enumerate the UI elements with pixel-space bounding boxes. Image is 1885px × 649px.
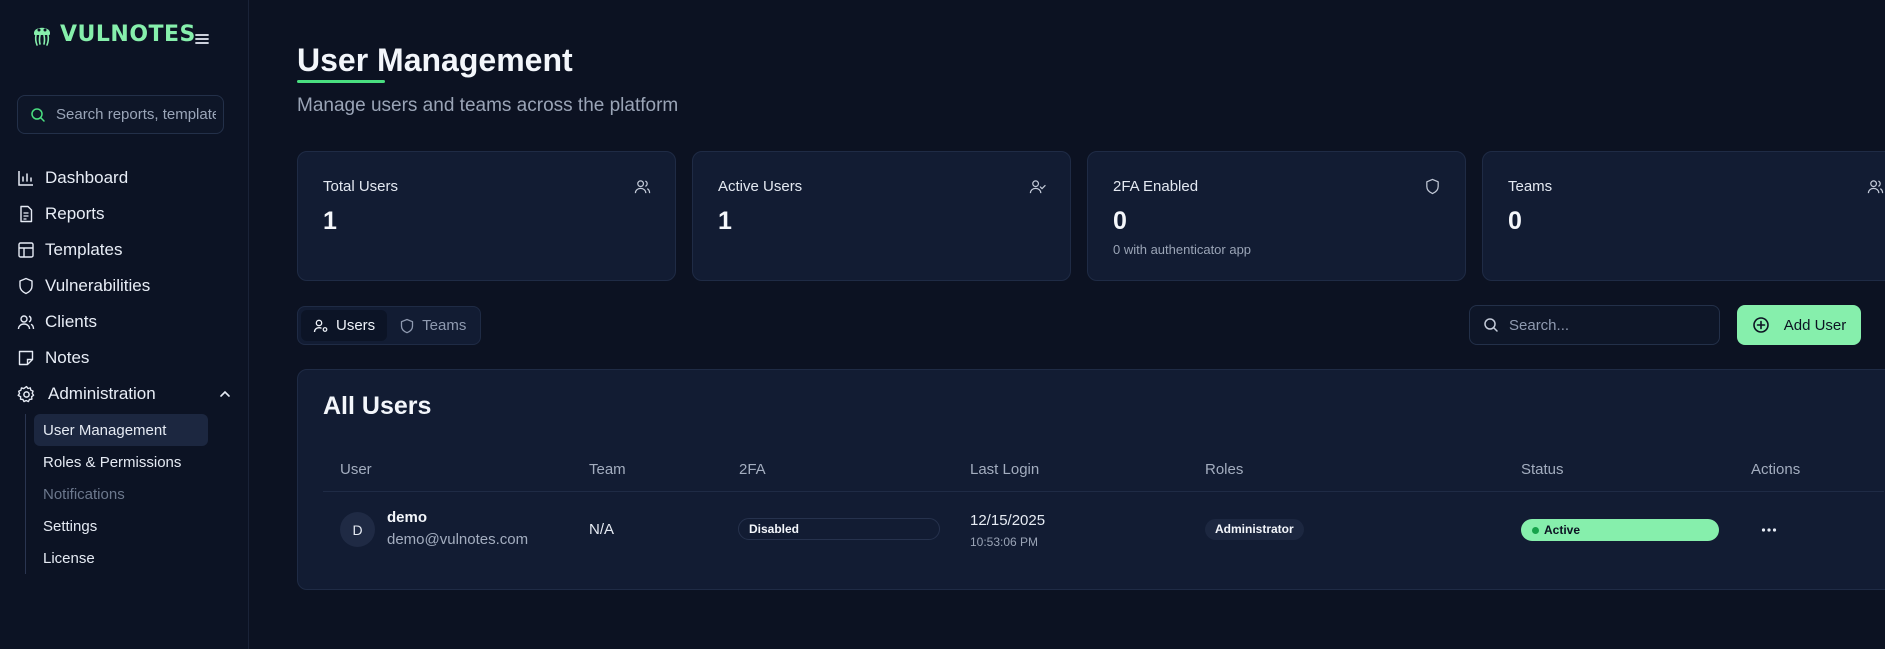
sidebar-subitem-notifications[interactable]: Notifications — [34, 478, 208, 510]
tab-teams[interactable]: Teams — [387, 310, 478, 341]
file-text-icon — [20, 205, 33, 223]
page-title: User Management — [297, 42, 573, 78]
sidebar-item-label: Templates — [45, 240, 123, 259]
sidebar-subitem-settings[interactable]: Settings — [34, 510, 208, 542]
brand[interactable]: VULNOTES — [28, 20, 196, 48]
layout-template-icon — [18, 242, 34, 258]
table-header: User Team 2FA Last Login Roles Status Ac… — [323, 450, 1884, 492]
add-user-label: Add User — [1783, 316, 1847, 334]
sidebar-item-label: Vulnerabilities — [45, 276, 151, 295]
bar-chart-icon — [18, 171, 33, 186]
main-content: User Management Manage users and teams a… — [249, 0, 1885, 649]
card-title: All Users — [323, 392, 432, 420]
twofa-badge: Disabled — [738, 518, 940, 540]
users-icon — [1867, 180, 1884, 194]
jellyfish-logo-icon — [34, 27, 50, 46]
sidebar-item-notes[interactable]: Notes — [17, 340, 232, 376]
stat-value: 0 — [1113, 207, 1127, 235]
sidebar-item-clients[interactable]: Clients — [17, 304, 232, 340]
users-icon — [17, 315, 35, 330]
table-row[interactable]: D demo demo@vulnotes.com N/A Disabled 12… — [323, 492, 1884, 566]
column-header-team[interactable]: Team — [589, 461, 626, 478]
stat-label: Teams — [1508, 178, 1553, 195]
stat-value: 1 — [718, 207, 732, 235]
shield-icon — [1426, 178, 1439, 195]
stat-card-active-users: Active Users 1 — [692, 151, 1071, 281]
shield-icon — [19, 277, 33, 295]
plus-circle-icon — [1752, 317, 1769, 333]
all-users-card: All Users User Team 2FA Last Login Roles… — [297, 369, 1885, 590]
add-user-button[interactable]: Add User — [1737, 305, 1861, 345]
stat-label: Total Users — [323, 178, 399, 195]
hamburger-menu-icon[interactable] — [193, 30, 211, 48]
avatar: D — [340, 512, 375, 547]
status-label: Active — [1544, 523, 1581, 537]
sidebar-item-dashboard[interactable]: Dashboard — [17, 160, 232, 196]
search-icon — [31, 107, 45, 122]
column-header-user[interactable]: User — [340, 461, 372, 478]
user-team: N/A — [589, 521, 615, 538]
sidebar-subitem-roles-permissions[interactable]: Roles & Permissions — [34, 446, 208, 478]
stat-label: Active Users — [718, 178, 803, 195]
sidebar-item-administration[interactable]: Administration — [17, 376, 232, 412]
column-header-actions: Actions — [1751, 461, 1801, 478]
stat-card-teams: Teams 0 — [1482, 151, 1885, 281]
page-subtitle: Manage users and teams across the platfo… — [297, 95, 679, 116]
user-email: demo@vulnotes.com — [387, 531, 529, 548]
sidebar-item-label: Notes — [45, 348, 90, 367]
sidebar-search[interactable] — [17, 95, 224, 134]
role-badge: Administrator — [1205, 519, 1304, 540]
sidebar-item-reports[interactable]: Reports — [17, 196, 232, 232]
user-cog-icon — [313, 319, 328, 332]
column-header-last-login[interactable]: Last Login — [970, 461, 1039, 478]
sidebar-item-label: Dashboard — [45, 168, 129, 187]
column-header-roles[interactable]: Roles — [1205, 461, 1243, 478]
gear-icon — [17, 385, 35, 402]
sidebar-search-input[interactable] — [56, 106, 216, 123]
stat-card-total-users: Total Users 1 — [297, 151, 676, 281]
users-icon — [634, 180, 651, 194]
sidebar-item-label: Administration — [48, 384, 156, 403]
stats-row: Total Users 1 Active Users 1 2FA Enabled… — [297, 151, 1885, 281]
last-login-date: 12/15/2025 — [970, 512, 1046, 529]
sidebar-item-templates[interactable]: Templates — [17, 232, 232, 268]
sidebar-nav: Dashboard Reports Templates Vulnerabilit… — [17, 160, 232, 574]
sidebar-item-label: Reports — [45, 204, 105, 223]
status-dot — [1532, 526, 1539, 534]
sidebar-item-label: Clients — [45, 312, 97, 331]
sidebar-item-vulnerabilities[interactable]: Vulnerabilities — [17, 268, 232, 304]
sticky-note-icon — [18, 350, 34, 366]
column-header-status[interactable]: Status — [1521, 461, 1564, 478]
user-check-icon — [1029, 180, 1046, 194]
status-badge: Active — [1521, 519, 1719, 541]
last-login-time: 10:53:06 PM — [970, 535, 1039, 549]
more-actions-icon[interactable] — [1759, 520, 1779, 540]
column-header-2fa[interactable]: 2FA — [739, 461, 766, 478]
stat-label: 2FA Enabled — [1113, 178, 1199, 195]
chevron-up-icon[interactable] — [218, 387, 232, 401]
tab-users[interactable]: Users — [301, 310, 388, 341]
tab-label: Teams — [422, 317, 467, 334]
stat-value: 0 — [1508, 207, 1522, 235]
title-underline — [297, 80, 385, 83]
stat-card-2fa-enabled: 2FA Enabled 0 0 with authenticator app — [1087, 151, 1466, 281]
admin-sub-nav: User Management Roles & Permissions Noti… — [25, 414, 232, 574]
user-name: demo — [387, 509, 428, 526]
sidebar-subitem-user-management[interactable]: User Management — [34, 414, 208, 446]
tab-label: Users — [336, 317, 376, 334]
stat-value: 1 — [323, 207, 337, 235]
users-table: User Team 2FA Last Login Roles Status Ac… — [323, 450, 1884, 566]
user-search[interactable] — [1469, 305, 1720, 345]
sidebar: VULNOTES Dashboard Reports — [0, 0, 249, 649]
search-icon — [1484, 318, 1498, 332]
sidebar-subitem-license[interactable]: License — [34, 542, 208, 574]
shield-icon — [401, 318, 414, 333]
stat-note: 0 with authenticator app — [1113, 242, 1252, 257]
tab-list: Users Teams — [297, 306, 481, 345]
user-search-input[interactable] — [1509, 316, 1709, 334]
brand-name: VULNOTES — [60, 21, 196, 47]
